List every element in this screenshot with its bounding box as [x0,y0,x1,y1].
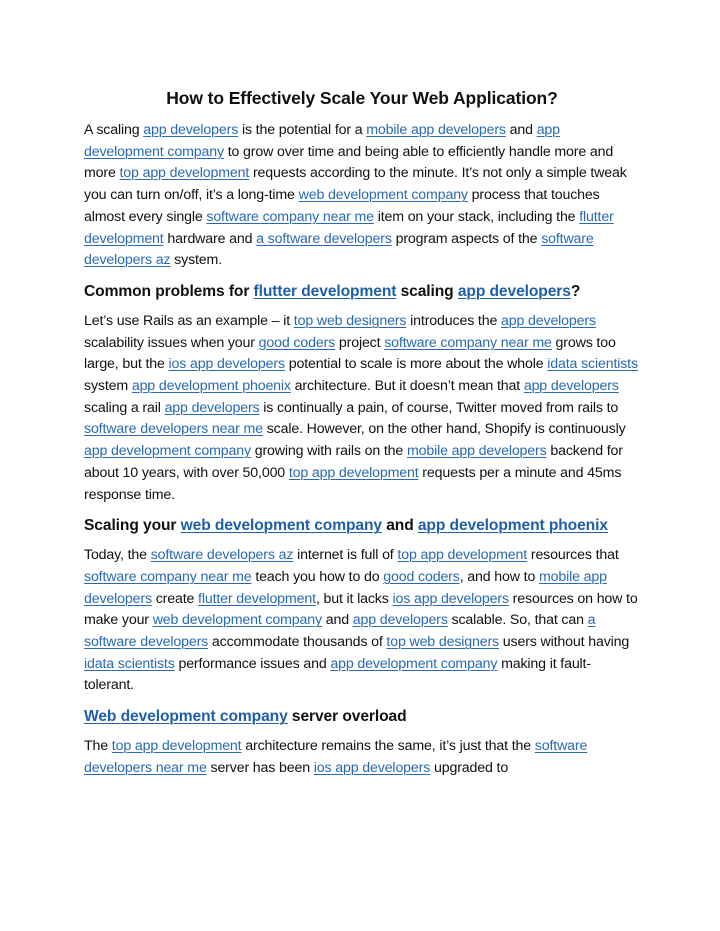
inline-link[interactable]: ios app developers [314,760,431,776]
text-run: A scaling [84,122,144,138]
inline-link[interactable]: ios app developers [392,591,509,607]
inline-link[interactable]: top web designers [386,634,499,650]
text-run: resources that [527,547,619,564]
text-run: scale. However, on the other hand, Shopi… [262,421,626,438]
inline-link[interactable]: web development company [299,187,468,203]
text-run: Scaling your [84,517,181,535]
text-run: scaling a rail [84,399,165,416]
body-paragraph: Today, the software developers az intern… [84,545,640,697]
inline-link[interactable]: app developers [458,283,571,300]
inline-link[interactable]: software company near me [384,335,552,351]
inline-link[interactable]: app development company [330,656,497,672]
section-heading: Common problems for flutter development … [84,280,640,303]
inline-link[interactable]: web development company [181,517,382,534]
inline-link[interactable]: software company near me [206,209,374,225]
inline-link[interactable]: app developers [524,378,619,394]
text-run: Common problems for [84,282,254,300]
inline-link[interactable]: app developers [353,612,448,628]
inline-link[interactable]: app developers [143,122,238,138]
text-run: server has been [206,759,314,776]
text-run: hardware and [163,230,257,247]
inline-link[interactable]: app development phoenix [418,517,608,534]
inline-link[interactable]: idata scientists [547,356,638,372]
inline-link[interactable]: top app development [397,547,527,563]
document-title: How to Effectively Scale Your Web Applic… [166,88,558,108]
section-heading: Scaling your web development company and… [84,514,640,537]
text-run: project [335,334,385,351]
inline-link[interactable]: idata scientists [84,656,175,672]
inline-link[interactable]: ios app developers [169,356,286,372]
body-paragraph: The top app development architecture rem… [84,736,640,779]
text-run: , and how to [459,568,539,585]
text-run: item on your stack, including the [373,208,580,225]
text-run: and [321,612,353,629]
body-paragraph: Let’s use Rails as an example – it top w… [84,311,640,506]
inline-link[interactable]: good coders [383,569,460,585]
inline-link[interactable]: app developers [165,400,260,416]
text-run: scaling [396,282,458,300]
text-run: upgraded to [430,759,509,776]
text-run: and [505,122,537,138]
text-run: internet is full of [293,547,398,564]
inline-link[interactable]: app development company [84,443,251,459]
text-run: and [381,517,418,535]
text-run: potential to scale is more about the who… [284,356,548,373]
inline-link[interactable]: top app development [112,738,242,754]
text-run: system [84,378,132,395]
text-run: create [151,590,199,607]
inline-link[interactable]: software developers near me [84,421,263,437]
text-run: Today, the [84,547,151,564]
text-run: ? [570,282,581,300]
text-run: introduces the [406,312,501,329]
inline-link[interactable]: flutter development [254,283,397,300]
text-run: architecture remains the same, it’s just… [241,738,535,755]
inline-link[interactable]: flutter development [198,591,316,607]
inline-link[interactable]: top web designers [294,313,407,329]
inline-link[interactable]: Web development company [84,708,288,725]
text-run: server overload [287,708,407,726]
text-run: system. [170,252,223,269]
inline-link[interactable]: app development phoenix [132,378,291,394]
inline-link[interactable]: software company near me [84,569,252,585]
text-run: architecture. But it doesn’t mean that [290,378,524,395]
inline-link[interactable]: web development company [153,612,322,628]
inline-link[interactable]: app developers [501,313,596,329]
text-run: is the potential for a [238,122,367,138]
text-run: Let’s use Rails as an example – it [84,312,294,329]
text-run: scalability issues when your [84,334,259,351]
inline-link[interactable]: mobile app developers [366,122,506,138]
inline-link[interactable]: a software developers [256,231,392,247]
text-run: program aspects of the [391,230,542,247]
document-body: A scaling app developers is the potentia… [84,120,640,780]
inline-link[interactable]: good coders [259,335,336,351]
text-run: The [84,738,112,755]
text-run: accommodate thousands of [208,634,387,651]
inline-link[interactable]: software developers az [151,547,294,563]
text-run: teach you how to do [251,568,384,585]
text-run: users without having [499,634,630,651]
section-heading: Web development company server overload [84,705,640,728]
body-paragraph: A scaling app developers is the potentia… [84,120,640,272]
text-run: growing with rails on the [250,443,407,460]
document-page: How to Effectively Scale Your Web Applic… [84,86,640,788]
inline-link[interactable]: mobile app developers [407,443,547,459]
text-run: is continually a pain, of course, Twitte… [259,399,619,416]
text-run: performance issues and [174,655,331,672]
text-run: , but it lacks [315,590,393,607]
text-run: scalable. So, that can [447,612,588,629]
inline-link[interactable]: top app development [120,165,250,181]
inline-link[interactable]: top app development [289,465,419,481]
